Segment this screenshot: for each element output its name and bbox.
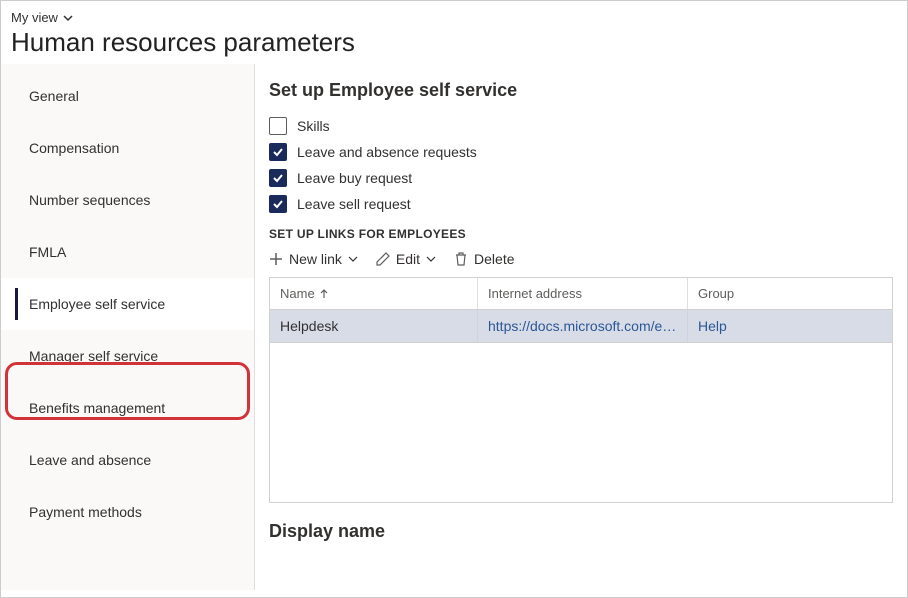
cell-group[interactable]: Help <box>688 310 892 342</box>
main-panel: Set up Employee self service Skills Leav… <box>255 64 907 590</box>
checkbox-box <box>269 195 287 213</box>
button-label: Delete <box>474 251 514 267</box>
sidebar-item-fmla[interactable]: FMLA <box>1 226 254 278</box>
links-table: Name Internet address Group Helpdesk htt… <box>269 277 893 343</box>
sidebar-item-label: Number sequences <box>29 192 150 208</box>
sidebar-item-compensation[interactable]: Compensation <box>1 122 254 174</box>
checkbox-box <box>269 169 287 187</box>
plus-icon <box>269 252 283 266</box>
sidebar-item-label: Employee self service <box>29 296 165 312</box>
trash-icon <box>454 252 468 266</box>
display-name-section-title: Display name <box>269 521 893 542</box>
cell-internet-address[interactable]: https://docs.microsoft.com/en-u... <box>478 310 688 342</box>
sidebar-item-benefits-management[interactable]: Benefits management <box>1 382 254 434</box>
sidebar-item-label: Payment methods <box>29 504 142 520</box>
delete-button[interactable]: Delete <box>454 251 514 267</box>
sidebar-item-manager-self-service[interactable]: Manager self service <box>1 330 254 382</box>
sidebar-item-label: Compensation <box>29 140 119 156</box>
column-label: Group <box>698 286 734 301</box>
sidebar-item-label: Benefits management <box>29 400 165 416</box>
column-label: Internet address <box>488 286 582 301</box>
edit-button[interactable]: Edit <box>376 251 436 267</box>
links-toolbar: New link Edit Delete <box>269 251 893 267</box>
sidebar: General Compensation Number sequences FM… <box>1 64 255 590</box>
new-link-button[interactable]: New link <box>269 251 358 267</box>
checkbox-box <box>269 143 287 161</box>
sidebar-item-label: General <box>29 88 79 104</box>
sidebar-item-payment-methods[interactable]: Payment methods <box>1 486 254 538</box>
checkbox-label: Leave buy request <box>297 170 412 186</box>
check-icon <box>272 198 284 210</box>
button-label: New link <box>289 251 342 267</box>
view-selector-label: My view <box>11 10 58 25</box>
checkbox-label: Leave and absence requests <box>297 144 477 160</box>
checkbox-label: Skills <box>297 118 330 134</box>
checkbox-leave-absence-requests[interactable]: Leave and absence requests <box>269 143 893 161</box>
sidebar-item-leave-and-absence[interactable]: Leave and absence <box>1 434 254 486</box>
sidebar-item-label: FMLA <box>29 244 66 260</box>
button-label: Edit <box>396 251 420 267</box>
table-row[interactable]: Helpdesk https://docs.microsoft.com/en-u… <box>270 310 892 343</box>
checkbox-leave-sell-request[interactable]: Leave sell request <box>269 195 893 213</box>
page-title: Human resources parameters <box>11 27 897 58</box>
chevron-down-icon <box>62 12 74 24</box>
view-selector[interactable]: My view <box>11 10 74 25</box>
column-header-group[interactable]: Group <box>688 278 892 309</box>
table-header: Name Internet address Group <box>270 278 892 310</box>
pencil-icon <box>376 252 390 266</box>
check-icon <box>272 146 284 158</box>
check-icon <box>272 172 284 184</box>
sidebar-item-label: Leave and absence <box>29 452 151 468</box>
sidebar-item-label: Manager self service <box>29 348 158 364</box>
sort-asc-icon <box>319 289 329 299</box>
checkbox-box <box>269 117 287 135</box>
column-header-name[interactable]: Name <box>270 278 478 309</box>
sidebar-item-general[interactable]: General <box>1 70 254 122</box>
cell-name: Helpdesk <box>270 310 478 342</box>
chevron-down-icon <box>426 254 436 264</box>
checkbox-leave-buy-request[interactable]: Leave buy request <box>269 169 893 187</box>
column-label: Name <box>280 286 315 301</box>
checkbox-skills[interactable]: Skills <box>269 117 893 135</box>
chevron-down-icon <box>348 254 358 264</box>
column-header-internet-address[interactable]: Internet address <box>478 278 688 309</box>
sidebar-item-employee-self-service[interactable]: Employee self service <box>1 278 254 330</box>
sidebar-item-number-sequences[interactable]: Number sequences <box>1 174 254 226</box>
links-section-label: SET UP LINKS FOR EMPLOYEES <box>269 227 893 241</box>
table-empty-area <box>269 343 893 503</box>
checkbox-label: Leave sell request <box>297 196 411 212</box>
section-title: Set up Employee self service <box>269 80 893 101</box>
